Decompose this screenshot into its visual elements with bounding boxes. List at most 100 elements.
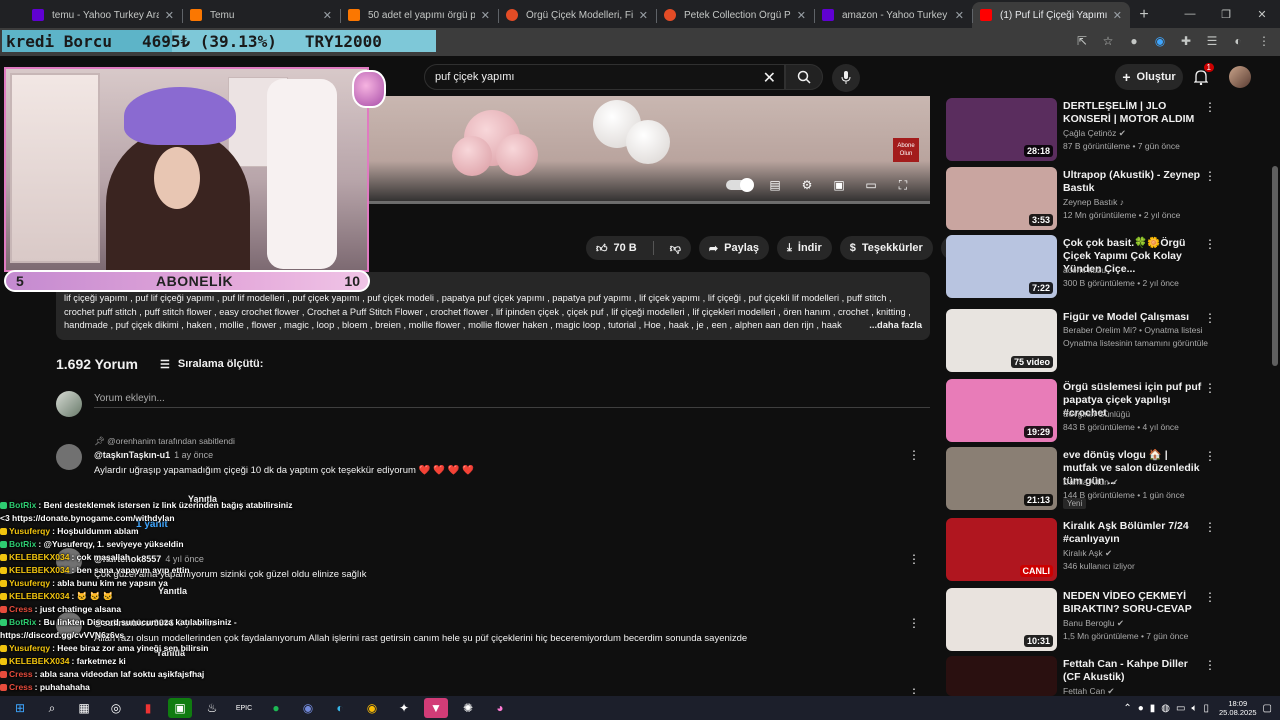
video-title[interactable]: Kiralık Aşk Bölümler 7/24 #canlıyayın bbox=[1063, 520, 1203, 546]
volume-icon[interactable]: 🔈︎ bbox=[1191, 703, 1197, 714]
video-thumbnail[interactable]: 3:53 bbox=[946, 167, 1057, 230]
puzzle-extensions-icon[interactable]: ✚ bbox=[1178, 33, 1194, 49]
close-window-icon[interactable]: ✕ bbox=[1244, 0, 1280, 28]
recommended-video[interactable]: 3:53 Ultrapop (Akustik) - Zeynep Bastık Ze… bbox=[946, 167, 1270, 231]
search-input[interactable]: puf çiçek yapımı ✕ bbox=[424, 64, 785, 90]
video-thumbnail[interactable]: 75 video bbox=[946, 309, 1057, 372]
video-menu-icon[interactable]: ⋮ bbox=[1204, 381, 1216, 395]
comment-menu-icon[interactable]: ⋮ bbox=[908, 616, 920, 630]
channel-name[interactable]: acemi kuzu bbox=[1063, 265, 1106, 275]
channel-name[interactable]: Beraber Örelim Mi? • Oynatma listesi bbox=[1063, 325, 1203, 335]
video-menu-icon[interactable]: ⋮ bbox=[1204, 520, 1216, 534]
battery-icon[interactable]: ▯ bbox=[1203, 703, 1209, 714]
channel-name[interactable]: Zeynep Bastık ♪ bbox=[1063, 197, 1124, 207]
video-title[interactable]: NEDEN VİDEO ÇEKMEYİ BIRAKTIN? SORU-CEVAP bbox=[1063, 590, 1203, 616]
video-thumbnail[interactable] bbox=[946, 656, 1057, 696]
share-button[interactable]: ➦ Paylaş bbox=[698, 236, 770, 260]
video-thumbnail[interactable]: 7:22 bbox=[946, 235, 1057, 298]
account-avatar[interactable] bbox=[1229, 66, 1251, 88]
recommended-video[interactable]: 19:29 Örgü süslemesi için puf puf papatya… bbox=[946, 379, 1270, 443]
clock[interactable]: 18:09 25.08.2025 bbox=[1219, 699, 1257, 717]
video-menu-icon[interactable]: ⋮ bbox=[1204, 100, 1216, 114]
red-app-icon[interactable]: ▮ bbox=[136, 698, 160, 718]
network-icon[interactable]: ▭ bbox=[1176, 703, 1185, 714]
search-button[interactable] bbox=[785, 64, 823, 90]
tray-app-icon[interactable]: ● bbox=[1138, 703, 1144, 714]
channel-name[interactable]: Sevginin Günlüğü bbox=[1063, 409, 1130, 419]
video-thumbnail[interactable]: 28:18 bbox=[946, 98, 1057, 161]
subscribe-watermark[interactable]: Abone Olun bbox=[893, 138, 919, 162]
browser-tab[interactable]: Örgü Çiçek Modelleri, Fiyatları✕ bbox=[498, 2, 656, 28]
edge-icon[interactable]: ◐ bbox=[328, 698, 352, 718]
show-more-link[interactable]: ...daha fazla bbox=[865, 318, 922, 332]
close-tab-icon[interactable]: ✕ bbox=[797, 9, 806, 22]
video-menu-icon[interactable]: ⋮ bbox=[1204, 311, 1216, 325]
vpn-extension-icon[interactable]: ◉ bbox=[1152, 33, 1168, 49]
extension-icon[interactable]: ● bbox=[1126, 33, 1142, 49]
notification-center-icon[interactable]: ▢ bbox=[1263, 703, 1272, 714]
chrome-icon[interactable]: ◉ bbox=[360, 698, 384, 718]
comment-menu-icon[interactable]: ⋮ bbox=[908, 448, 920, 462]
tray-app-icon[interactable]: ◍ bbox=[1161, 703, 1170, 714]
app-icon[interactable]: ✺ bbox=[456, 698, 480, 718]
video-title[interactable]: Fettah Can - Kahpe Diller (CF Akustik) bbox=[1063, 658, 1203, 684]
video-progress-bar[interactable] bbox=[368, 201, 930, 204]
thanks-button[interactable]: $ Teşekkürler bbox=[839, 236, 933, 260]
close-tab-icon[interactable]: ✕ bbox=[639, 9, 648, 22]
recommended-video[interactable]: Fettah Can - Kahpe Diller (CF Akustik) Fe… bbox=[946, 656, 1270, 696]
miniplayer-icon[interactable]: ▣ bbox=[830, 178, 848, 192]
profile-icon[interactable]: ◐ bbox=[1230, 33, 1246, 49]
add-comment-input[interactable]: Yorum ekleyin... bbox=[94, 393, 165, 404]
recommended-video[interactable]: 21:13 eve dönüş vlogu 🏠 | mutfak ve salon… bbox=[946, 447, 1270, 511]
epic-games-icon[interactable]: EPIC bbox=[232, 698, 256, 718]
recommended-video[interactable]: 7:22 Çok çok basit.🍀🌼Örgü Çiçek Yapımı Ço… bbox=[946, 235, 1270, 299]
channel-name[interactable]: Çağla Çetinöz ✔ bbox=[1063, 128, 1126, 139]
video-menu-icon[interactable]: ⋮ bbox=[1204, 449, 1216, 463]
theater-mode-icon[interactable]: ▭ bbox=[862, 178, 880, 192]
spotify-icon[interactable]: ● bbox=[264, 698, 288, 718]
pink-app-icon[interactable]: ▼ bbox=[424, 698, 448, 718]
minimize-icon[interactable]: — bbox=[1172, 0, 1208, 28]
reading-list-icon[interactable]: ☰ bbox=[1204, 33, 1220, 49]
chrome-menu-icon[interactable]: ⋮ bbox=[1256, 33, 1272, 49]
browser-tab[interactable]: Temu ✕ bbox=[182, 2, 340, 28]
browser-tab[interactable]: amazon - Yahoo Turkey Arama✕ bbox=[814, 2, 972, 28]
close-tab-icon[interactable]: ✕ bbox=[1113, 9, 1122, 22]
autoplay-toggle[interactable] bbox=[726, 178, 754, 192]
comment-menu-icon[interactable]: ⋮ bbox=[908, 552, 920, 566]
recommended-video[interactable]: 75 video Figür ve Model Çalışması Beraber … bbox=[946, 309, 1270, 373]
page-scrollbar[interactable] bbox=[1272, 166, 1278, 366]
channel-name[interactable]: Damla Altun ✔ bbox=[1063, 477, 1118, 488]
fullscreen-icon[interactable]: ⛶ bbox=[894, 178, 912, 192]
search-icon[interactable]: ⌕ bbox=[40, 698, 64, 718]
subtitles-icon[interactable]: ▤ bbox=[766, 178, 784, 192]
chevron-up-icon[interactable]: ⌃ bbox=[1123, 703, 1131, 714]
install-app-icon[interactable]: ⇱ bbox=[1074, 33, 1090, 49]
maximize-icon[interactable]: ❐ bbox=[1208, 0, 1244, 28]
video-thumbnail[interactable]: CANLI bbox=[946, 518, 1057, 581]
video-thumbnail[interactable]: 19:29 bbox=[946, 379, 1057, 442]
channel-name[interactable]: Banu Beroglu ✔ bbox=[1063, 618, 1124, 629]
close-tab-icon[interactable]: ✕ bbox=[323, 9, 332, 22]
browser-tab-active[interactable]: (1) Puf Lif Çiçeği Yapımı (English✕ bbox=[972, 2, 1130, 28]
xbox-app-icon[interactable]: ▣ bbox=[168, 698, 192, 718]
app-icon[interactable]: ◕ bbox=[488, 698, 512, 718]
usb-icon[interactable]: ▮ bbox=[1150, 703, 1156, 714]
close-tab-icon[interactable]: ✕ bbox=[481, 9, 490, 22]
recommended-video[interactable]: CANLI Kiralık Aşk Bölümler 7/24 #canlıyay… bbox=[946, 518, 1270, 582]
voice-search-button[interactable] bbox=[832, 64, 860, 92]
video-title[interactable]: Ultrapop (Akustik) - Zeynep Bastık bbox=[1063, 169, 1203, 195]
recommended-video[interactable]: 28:18 DERTLEŞELİM | JLO KONSERİ | MOTOR A… bbox=[946, 98, 1270, 162]
close-tab-icon[interactable]: ✕ bbox=[955, 9, 964, 22]
notifications-button[interactable]: 1 bbox=[1190, 63, 1214, 88]
browser-tab[interactable]: Petek Collection Örgü Papatya✕ bbox=[656, 2, 814, 28]
app-icon[interactable]: ✦ bbox=[392, 698, 416, 718]
windows-start-icon[interactable]: ⊞ bbox=[8, 698, 32, 718]
discord-icon[interactable]: ◉ bbox=[296, 698, 320, 718]
video-menu-icon[interactable]: ⋮ bbox=[1204, 658, 1216, 672]
like-button[interactable]: 👍︎ 70 B bbox=[586, 236, 647, 260]
video-menu-icon[interactable]: ⋮ bbox=[1204, 169, 1216, 183]
video-menu-icon[interactable]: ⋮ bbox=[1204, 237, 1216, 251]
obs-icon[interactable]: ◎ bbox=[104, 698, 128, 718]
download-button[interactable]: ⤓ İndir bbox=[777, 236, 832, 260]
